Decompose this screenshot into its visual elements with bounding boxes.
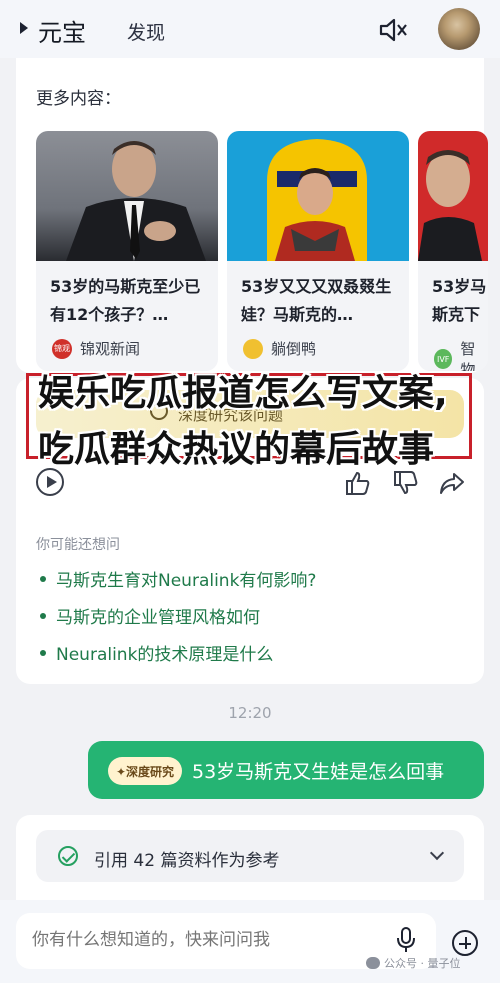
user-message-text: 53岁马斯克又生娃是怎么回事 — [192, 761, 445, 783]
news-source-name: 躺倒鸭 — [271, 340, 317, 358]
overlay-headline: 娱乐吃瓜报道怎么写文案,吃瓜群众热议的幕后故事 — [38, 373, 448, 470]
bullet-icon — [40, 575, 46, 582]
mute-icon[interactable] — [378, 17, 408, 43]
plus-icon[interactable] — [452, 930, 478, 956]
source-logo-icon — [243, 338, 263, 359]
deep-research-tag: ✦深度研究 — [108, 757, 183, 785]
bullet-icon — [40, 649, 46, 656]
news-title: 53岁马斯克下属生… — [432, 277, 487, 324]
news-thumbnail — [227, 131, 409, 261]
tab-discover[interactable]: 发现 — [127, 18, 165, 45]
suggestion-text: 马斯克生育对Neuralink有何影响? — [56, 571, 317, 591]
news-title: 53岁又又又双叒叕生娃？马斯克的… — [241, 277, 392, 324]
watermark: 公众号 · 量子位 — [366, 955, 461, 971]
news-source-name: 锦观新闻 — [80, 340, 141, 358]
check-circle-icon — [58, 846, 78, 866]
suggestion-item[interactable]: 马斯克的企业管理风格如何 — [40, 603, 260, 628]
source-logo-icon: 锦观 — [52, 338, 72, 359]
app-title: 元宝 — [38, 19, 86, 47]
more-content-title: 更多内容： — [36, 89, 121, 109]
references-text: 引用 42 篇资料作为参考 — [94, 851, 280, 871]
news-source: 躺倒鸭 — [243, 338, 316, 359]
microphone-icon[interactable] — [397, 927, 415, 953]
sidebar-toggle-icon[interactable] — [20, 22, 28, 34]
avatar[interactable] — [438, 8, 480, 50]
suggestion-text: 马斯克的企业管理风格如何 — [56, 608, 260, 628]
watermark-text: 公众号 · 量子位 — [384, 957, 461, 970]
suggestion-item[interactable]: 马斯克生育对Neuralink有何影响? — [40, 566, 316, 591]
news-thumbnail — [418, 131, 488, 261]
chat-input[interactable] — [32, 930, 362, 950]
news-title: 53岁的马斯克至少已有12个孩子？… — [50, 277, 201, 324]
top-bar: 元宝 发现 — [0, 0, 500, 58]
news-thumbnail — [36, 131, 218, 261]
news-source: 锦观 锦观新闻 — [52, 338, 140, 359]
wechat-icon — [366, 957, 380, 969]
news-card[interactable]: 53岁马斯克下属生… IVF 智物 — [418, 131, 488, 371]
bullet-icon — [40, 612, 46, 619]
suggestion-text: Neuralink的技术原理是什么 — [56, 645, 274, 665]
suggestion-item[interactable]: Neuralink的技术原理是什么 — [40, 640, 273, 665]
news-card[interactable]: 53岁又又又双叒叕生娃？马斯克的… 躺倒鸭 — [227, 131, 409, 371]
news-card[interactable]: 53岁的马斯克至少已有12个孩子？… 锦观 锦观新闻 — [36, 131, 218, 371]
suggestions-label: 你可能还想问 — [36, 537, 120, 553]
chat-timestamp: 12:20 — [228, 704, 272, 722]
